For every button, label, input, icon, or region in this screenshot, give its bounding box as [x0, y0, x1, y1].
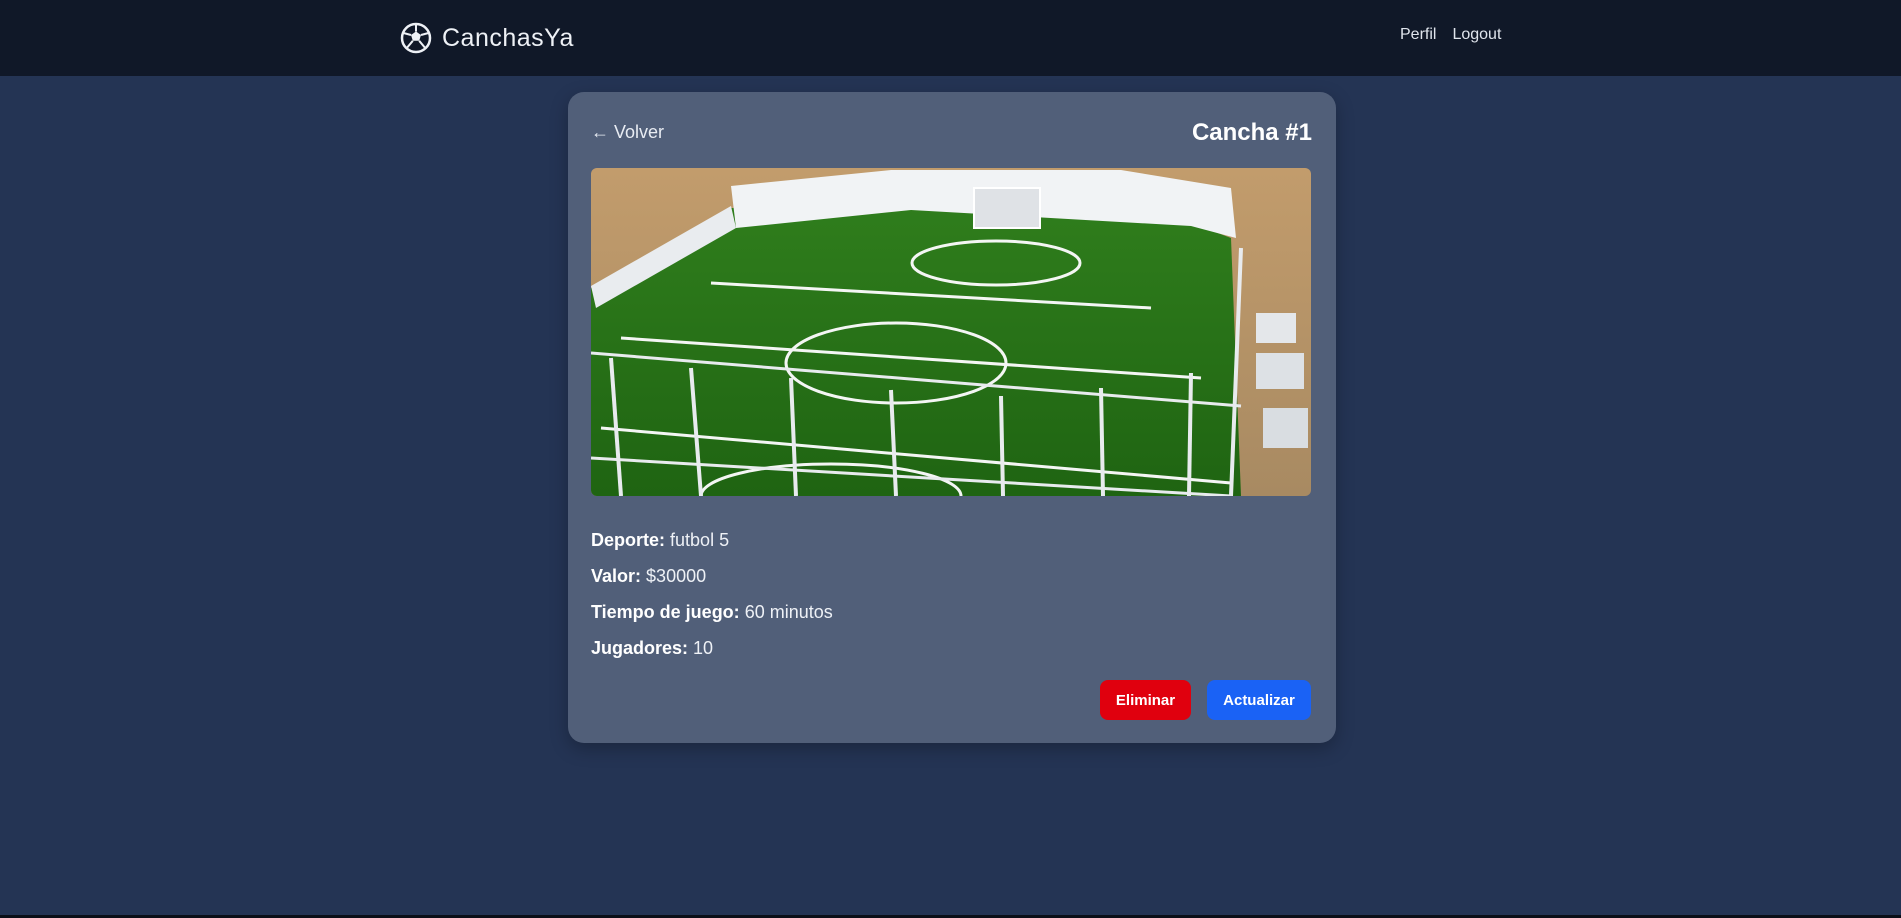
brand-link[interactable]: CanchasYa	[400, 20, 574, 56]
soccer-ball-icon	[400, 22, 432, 54]
nav-profile-link[interactable]: Perfil	[1400, 26, 1436, 44]
page-title: Cancha #1	[1191, 119, 1312, 146]
court-details: Deporte: futbol 5 Valor: $30000 Tiempo d…	[591, 522, 833, 666]
detail-play-time: Tiempo de juego: 60 minutos	[591, 602, 833, 622]
back-link[interactable]: ← Volver	[591, 122, 664, 143]
nav-links: Perfil Logout	[1400, 26, 1501, 44]
court-photo	[591, 168, 1311, 496]
brand-name: CanchasYa	[442, 23, 574, 52]
delete-button[interactable]: Eliminar	[1100, 680, 1191, 720]
update-button[interactable]: Actualizar	[1207, 680, 1311, 720]
navbar: CanchasYa Perfil Logout	[0, 0, 1901, 76]
detail-players: Jugadores: 10	[591, 638, 714, 658]
detail-price: Valor: $30000	[591, 566, 707, 586]
detail-sport: Deporte: futbol 5	[591, 530, 730, 550]
court-detail-card: ← Volver Cancha #1 Deporte: futbol 5 Val…	[568, 92, 1336, 743]
nav-logout-link[interactable]: Logout	[1452, 26, 1501, 44]
